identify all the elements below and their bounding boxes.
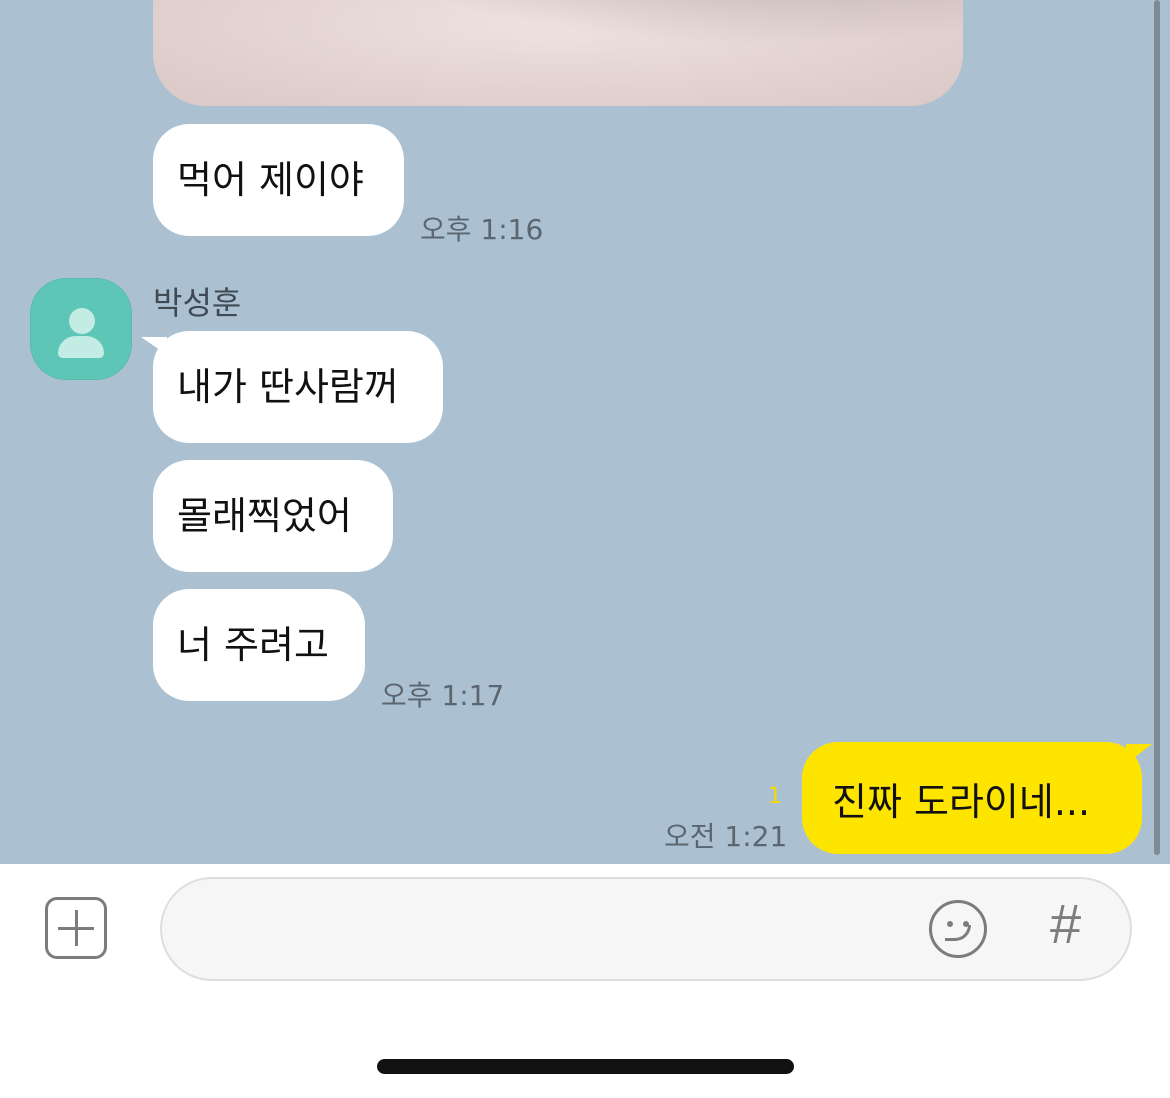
message-bubble[interactable]: 몰래찍었어 [153,460,393,572]
message-bubble[interactable]: 먹어 제이야 [153,124,404,236]
message-text: 몰래찍었어 [177,494,352,538]
sender-name: 박성훈 [153,284,242,322]
photo-message[interactable] [153,0,963,106]
home-indicator [377,1059,794,1074]
plus-icon[interactable] [45,897,107,959]
profile-icon[interactable] [30,278,132,380]
message-time: 오후 1:17 [381,679,505,712]
message-text: 너 주려고 [177,623,329,667]
chat-area: 먹어 제이야 오후 1:16 박성훈 내가 딴사람꺼 몰래찍었어 너 주려고 오… [0,0,1170,864]
message-text: 먹어 제이야 [177,158,364,202]
message-bubble[interactable]: 내가 딴사람꺼 [141,331,443,443]
hash-icon[interactable]: # [1050,896,1081,952]
emoji-icon[interactable] [929,900,987,958]
unread-count: 1 [768,784,782,809]
message-text: 내가 딴사람꺼 [177,365,399,409]
message-text: 진짜 도라이네... [832,779,1091,824]
message-time: 오전 1:21 [664,820,788,853]
message-time: 오후 1:16 [420,213,544,246]
message-bubble[interactable]: 너 주려고 [153,589,365,701]
scrollbar[interactable] [1154,0,1160,855]
my-message-bubble[interactable]: 진짜 도라이네... [802,742,1152,854]
